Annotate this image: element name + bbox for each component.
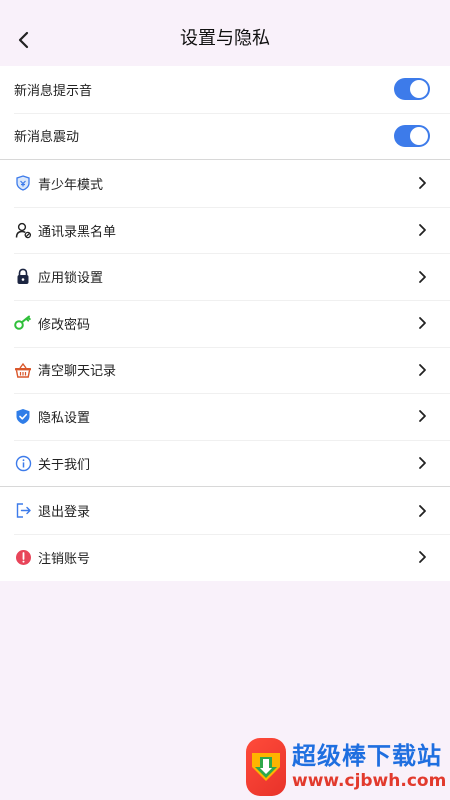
back-button[interactable] [12, 28, 36, 52]
privacy-shield-icon [14, 407, 32, 425]
chevron-right-icon [419, 363, 426, 376]
toggle-knob [410, 126, 428, 145]
change-password-item[interactable]: 修改密码 [0, 299, 450, 347]
page-title: 设置与隐私 [180, 28, 270, 49]
privacy-settings-item[interactable]: 隐私设置 [0, 393, 450, 440]
delete-account-item[interactable]: 注销账号 [0, 533, 450, 581]
chevron-right-icon [419, 457, 426, 469]
key-icon [14, 314, 32, 332]
basket-icon [14, 361, 32, 379]
teen-mode-item[interactable]: 青少年模式 [0, 160, 450, 207]
chevron-right-icon [419, 224, 426, 236]
change-password-label: 修改密码 [38, 317, 91, 333]
new-message-sound-row: 新消息提示音 [0, 66, 450, 113]
app-lock-label: 应用锁设置 [38, 271, 104, 287]
chevron-right-icon [419, 317, 426, 330]
chevron-left-icon [18, 31, 29, 49]
warning-icon [14, 548, 32, 566]
delete-account-label: 注销账号 [38, 551, 91, 567]
logout-label: 退出登录 [38, 505, 91, 521]
about-us-label: 关于我们 [38, 457, 91, 473]
logout-icon [14, 502, 32, 520]
new-message-vibrate-toggle[interactable] [394, 124, 430, 147]
watermark-title: 超级棒下载站 [292, 742, 442, 770]
clear-chat-history-label: 清空聊天记录 [38, 364, 117, 380]
watermark-logo-icon [246, 738, 286, 796]
new-message-vibrate-row: 新消息震动 [0, 112, 450, 160]
clear-chat-history-item[interactable]: 清空聊天记录 [0, 346, 450, 394]
settings-group: 青少年模式 通讯录黑名单 应用锁设置 修改密码 清空聊天记录 隐私设置 关于我们 [0, 159, 450, 487]
contacts-blacklist-item[interactable]: 通讯录黑名单 [0, 206, 450, 254]
new-message-vibrate-label: 新消息震动 [14, 130, 80, 146]
toggle-knob [410, 80, 428, 99]
watermark-url: www.cjbwh.com [292, 771, 447, 791]
notification-group: 新消息提示音 新消息震动 [0, 66, 450, 160]
new-message-sound-label: 新消息提示音 [14, 83, 93, 99]
watermark-text: 超级棒下载站 www.cjbwh.com [292, 742, 446, 792]
about-us-item[interactable]: 关于我们 [0, 439, 450, 487]
chevron-right-icon [419, 551, 426, 564]
info-icon [14, 454, 32, 472]
watermark: 超级棒下载站 www.cjbwh.com [246, 736, 446, 798]
chevron-right-icon [419, 177, 426, 190]
chevron-right-icon [419, 504, 426, 517]
teen-shield-icon [14, 174, 32, 192]
header-bar: 设置与隐私 [0, 0, 450, 66]
account-group: 退出登录 注销账号 [0, 486, 450, 581]
logout-item[interactable]: 退出登录 [0, 487, 450, 534]
teen-mode-label: 青少年模式 [38, 177, 104, 193]
new-message-sound-toggle[interactable] [394, 78, 430, 101]
chevron-right-icon [419, 410, 426, 423]
privacy-settings-label: 隐私设置 [38, 410, 91, 426]
app-lock-item[interactable]: 应用锁设置 [0, 253, 450, 300]
lock-icon [14, 268, 32, 286]
chevron-right-icon [419, 270, 426, 283]
blacklist-user-icon [14, 221, 32, 239]
contacts-blacklist-label: 通讯录黑名单 [38, 224, 117, 240]
